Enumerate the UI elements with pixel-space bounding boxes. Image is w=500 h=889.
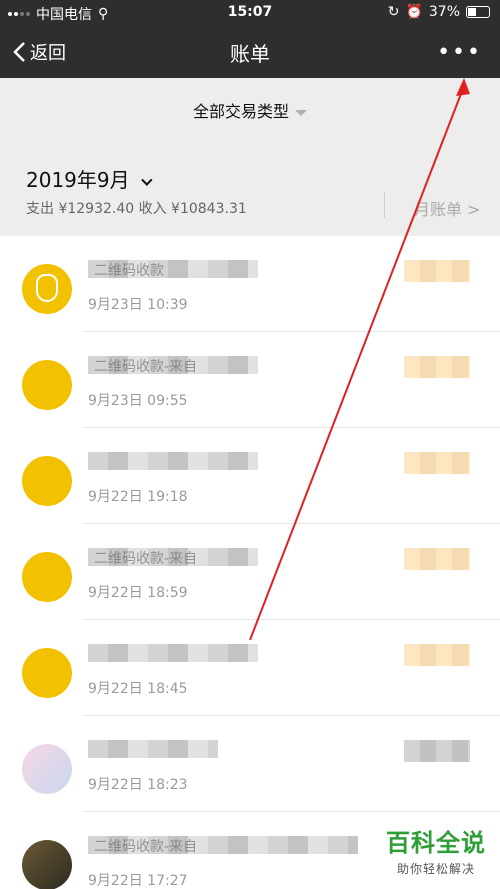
- rotation-lock-icon: ↻: [387, 4, 400, 20]
- transaction-time: 9月22日 17:27: [88, 873, 188, 889]
- divider: [384, 192, 385, 218]
- caret-down-icon: [295, 109, 307, 116]
- transaction-row[interactable]: 二维码收款 9月23日 10:39: [0, 236, 500, 332]
- avatar: [22, 360, 72, 410]
- transaction-row[interactable]: 9月22日 18:45: [0, 620, 500, 716]
- coin-bag-icon: [22, 264, 72, 314]
- status-bar: 中国电信 ⚲ 15:07 ↻ ⏰ 37%: [0, 0, 500, 26]
- transaction-time: 9月22日 19:18: [88, 489, 188, 505]
- transaction-title: 二维码收款-来自: [88, 836, 358, 855]
- transaction-row[interactable]: 二维码收款-来自 9月23日 09:55: [0, 332, 500, 428]
- watermark-main: 百科全说: [386, 829, 486, 857]
- transaction-time: 9月23日 09:55: [88, 393, 188, 409]
- transaction-time: 9月22日 18:45: [88, 681, 188, 697]
- transaction-amount: [404, 356, 470, 378]
- more-options-button[interactable]: •••: [437, 40, 482, 65]
- transaction-row[interactable]: 9月22日 19:18: [0, 428, 500, 524]
- transaction-amount: [404, 452, 470, 474]
- avatar: [22, 552, 72, 602]
- transaction-amount: [404, 260, 470, 282]
- transaction-amount: [404, 740, 470, 762]
- nav-bar: 返回 账单 •••: [0, 26, 500, 78]
- transaction-title: 二维码收款-来自: [88, 356, 258, 375]
- watermark-logo: 百科全说 助你轻松解决: [386, 823, 486, 877]
- month-header: 2019年9月 支出 ¥12932.40 收入 ¥10843.31 月账单 >: [0, 140, 500, 236]
- filter-label: 全部交易类型: [192, 102, 289, 121]
- transaction-row[interactable]: 二维码收款-来自 9月22日 18:59: [0, 524, 500, 620]
- transaction-title: 二维码收款: [88, 260, 258, 279]
- monthly-bill-link[interactable]: 月账单 >: [414, 196, 481, 220]
- avatar: [22, 648, 72, 698]
- avatar: [22, 456, 72, 506]
- transaction-title: [88, 740, 218, 758]
- avatar: [22, 840, 72, 889]
- battery-percent: 37%: [428, 4, 460, 20]
- avatar: [22, 744, 72, 794]
- transaction-list: 二维码收款 9月23日 10:39 二维码收款-来自 9月23日 09:55 9…: [0, 236, 500, 889]
- transaction-time: 9月22日 18:59: [88, 585, 188, 601]
- status-right: ↻ ⏰ 37%: [388, 4, 490, 20]
- transaction-title: 二维码收款-来自: [88, 548, 258, 567]
- transaction-amount: [404, 644, 470, 666]
- month-selector[interactable]: 2019年9月: [26, 164, 153, 193]
- battery-icon: [466, 6, 490, 18]
- filter-dropdown[interactable]: 全部交易类型: [0, 98, 500, 122]
- page-title: 账单: [230, 42, 270, 66]
- chevron-down-icon: [140, 174, 153, 186]
- transaction-amount: [404, 548, 470, 570]
- transaction-time: 9月22日 18:23: [88, 777, 188, 793]
- watermark-sub: 助你轻松解决: [396, 862, 475, 876]
- month-summary: 支出 ¥12932.40 收入 ¥10843.31: [26, 201, 247, 217]
- transaction-type-filter[interactable]: 全部交易类型: [0, 78, 500, 140]
- transaction-row[interactable]: 9月22日 18:23: [0, 716, 500, 812]
- month-title: 2019年9月: [26, 168, 130, 192]
- transaction-title: [88, 644, 258, 662]
- transaction-title: [88, 452, 258, 470]
- transaction-time: 9月23日 10:39: [88, 297, 188, 313]
- alarm-icon: ⏰: [405, 4, 423, 20]
